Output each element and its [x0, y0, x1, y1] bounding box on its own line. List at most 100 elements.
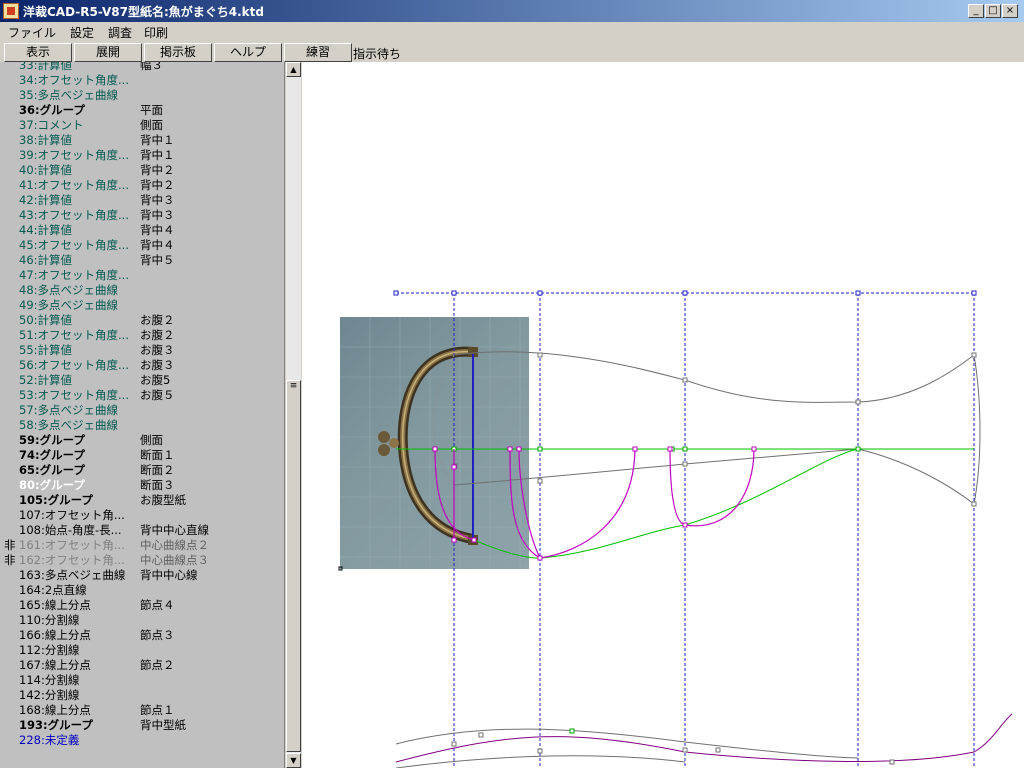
tree-item[interactable]: 168:線上分点 節点１ [0, 703, 284, 718]
tree-item[interactable]: 108:始点-角度-長... 背中中心直線 [0, 523, 284, 538]
tree-item-note: 背中４ [140, 238, 175, 252]
tree-item[interactable]: 46:計算値 背中５ [0, 253, 284, 268]
tree-item-note: 断面１ [140, 448, 175, 462]
menu-file[interactable]: ファイル [8, 24, 56, 41]
tree-item-note: 節点４ [140, 598, 175, 612]
tree-item-note: 断面２ [140, 463, 175, 477]
app-icon[interactable] [3, 3, 19, 19]
expand-button[interactable]: 展開 [74, 43, 142, 62]
tree-item[interactable]: 非 161:オフセット角... 中心曲線点２ [0, 538, 284, 553]
tree-item[interactable]: 165:線上分点 節点４ [0, 598, 284, 613]
tree-item[interactable]: 非 162:オフセット角... 中心曲線点３ [0, 553, 284, 568]
tree-item-label: 165:線上分点 [19, 598, 91, 612]
tree-item[interactable]: 36:グループ 平面 [0, 103, 284, 118]
tree-item[interactable]: 65:グループ 断面２ [0, 463, 284, 478]
tree-item[interactable]: 35:多点ベジェ曲線 [0, 88, 284, 103]
tree-item-label: 35:多点ベジェ曲線 [19, 88, 119, 102]
drawing-canvas[interactable] [302, 62, 1024, 768]
menu-inspect[interactable]: 調査 [108, 24, 132, 41]
tree-item[interactable]: 105:グループ お腹型紙 [0, 493, 284, 508]
tree-item-label: 50:計算値 [19, 313, 73, 327]
tree-item[interactable]: 59:グループ 側面 [0, 433, 284, 448]
tree-item-label: 42:計算値 [19, 193, 73, 207]
tree-item[interactable]: 114:分割線 [0, 673, 284, 688]
tree-item[interactable]: 164:2点直線 [0, 583, 284, 598]
tree-item-label: 114:分割線 [19, 673, 80, 687]
tree-item[interactable]: 51:オフセット角度... お腹２ [0, 328, 284, 343]
menu-print[interactable]: 印刷 [144, 24, 168, 41]
tree-item[interactable]: 107:オフセット角... [0, 508, 284, 523]
help-button[interactable]: ヘルプ [214, 43, 282, 62]
tree-item[interactable]: 34:オフセット角度... [0, 73, 284, 88]
tree-item-label: 166:線上分点 [19, 628, 91, 642]
tree-item-note: 背中中心直線 [140, 523, 209, 537]
tree-item[interactable]: 43:オフセット角度... 背中３ [0, 208, 284, 223]
tree-item[interactable]: 53:オフセット角度... お腹５ [0, 388, 284, 403]
tree-item-label: 48:多点ベジェ曲線 [19, 283, 119, 297]
title-bar[interactable]: 洋裁CAD-R5-V87型紙名:魚がまぐち4.ktd _ □ × [0, 0, 1024, 22]
tree-item[interactable]: 49:多点ベジェ曲線 [0, 298, 284, 313]
menu-settings[interactable]: 設定 [70, 24, 94, 41]
tree-item[interactable]: 110:分割線 [0, 613, 284, 628]
tree-item[interactable]: 57:多点ベジェ曲線 [0, 403, 284, 418]
tree-item-label: 51:オフセット角度... [19, 328, 129, 342]
tree-item[interactable]: 74:グループ 断面１ [0, 448, 284, 463]
tree-item-note: 側面 [140, 118, 163, 132]
tree-item[interactable]: 45:オフセット角度... 背中４ [0, 238, 284, 253]
practice-button[interactable]: 練習 [284, 43, 352, 62]
tree-item[interactable]: 47:オフセット角度... [0, 268, 284, 283]
object-tree-panel[interactable]: 33:計算値 幅３ 34:オフセット角度... 35:多点ベジェ曲線 36:グループ 平面… [0, 62, 285, 768]
tree-item-label: 33:計算値 [19, 62, 73, 72]
tree-item[interactable]: 50:計算値 お腹２ [0, 313, 284, 328]
view-button[interactable]: 表示 [4, 43, 72, 62]
scroll-down-icon[interactable]: ▼ [286, 753, 301, 768]
scroll-up-icon[interactable]: ▲ [286, 62, 301, 77]
tree-item-note: 側面 [140, 433, 163, 447]
tree-item-label: 56:オフセット角度... [19, 358, 129, 372]
tree-item-label: 74:グループ [19, 448, 85, 462]
tree-item[interactable]: 33:計算値 幅３ [0, 62, 284, 73]
tree-item[interactable]: 40:計算値 背中２ [0, 163, 284, 178]
tree-item[interactable]: 38:計算値 背中１ [0, 133, 284, 148]
tree-item[interactable]: 193:グループ 背中型紙 [0, 718, 284, 733]
tree-item[interactable]: 55:計算値 お腹３ [0, 343, 284, 358]
tree-item[interactable]: 44:計算値 背中４ [0, 223, 284, 238]
tree-item-note: 背中２ [140, 178, 175, 192]
tree-item[interactable]: 112:分割線 [0, 643, 284, 658]
tree-item-note: お腹5 [140, 373, 171, 387]
app-window: 洋裁CAD-R5-V87型紙名:魚がまぐち4.ktd _ □ × ファイル 設定… [0, 0, 1024, 768]
tree-item[interactable]: 41:オフセット角度... 背中２ [0, 178, 284, 193]
tree-item[interactable]: 48:多点ベジェ曲線 [0, 283, 284, 298]
maximize-icon[interactable]: □ [985, 4, 1001, 18]
tree-item[interactable]: 166:線上分点 節点３ [0, 628, 284, 643]
tree-item-note: 中心曲線点２ [140, 538, 209, 552]
tree-item[interactable]: 163:多点ベジェ曲線 背中中心線 [0, 568, 284, 583]
tree-item[interactable]: 56:オフセット角度... お腹３ [0, 358, 284, 373]
tree-item[interactable]: 58:多点ベジェ曲線 [0, 418, 284, 433]
tree-item-note: 背中３ [140, 208, 175, 222]
tree-item-label: 57:多点ベジェ曲線 [19, 403, 119, 417]
tree-item-label: 36:グループ [19, 103, 85, 117]
close-icon[interactable]: × [1002, 4, 1018, 18]
tree-item-note: お腹型紙 [140, 493, 186, 507]
scroll-thumb[interactable]: ≡ [286, 380, 301, 752]
tree-item[interactable]: 52:計算値 お腹5 [0, 373, 284, 388]
tree-scrollbar[interactable]: ▲ ≡ ▼ [286, 62, 301, 768]
tree-item-label: 168:線上分点 [19, 703, 91, 717]
minimize-icon[interactable]: _ [968, 4, 984, 18]
tree-item[interactable]: 39:オフセット角度... 背中１ [0, 148, 284, 163]
tree-item-note: 節点１ [140, 703, 175, 717]
tree-item[interactable]: 167:線上分点 節点２ [0, 658, 284, 673]
bulletin-board-button[interactable]: 掲示板 [144, 43, 212, 62]
tree-item[interactable]: 80:グループ 断面３ [0, 478, 284, 493]
tree-item-note: 背中３ [140, 193, 175, 207]
tree-item-label: 41:オフセット角度... [19, 178, 129, 192]
tree-item[interactable]: 42:計算値 背中３ [0, 193, 284, 208]
tree-item[interactable]: 142:分割線 [0, 688, 284, 703]
tree-item-note: 節点３ [140, 628, 175, 642]
toolbar: 表示 展開 掲示板 ヘルプ 練習 指示待ち [0, 41, 1024, 62]
tree-item[interactable]: 228:未定義 [0, 733, 284, 748]
status-text: 指示待ち [353, 47, 402, 61]
tree-item-note: 背中１ [140, 133, 175, 147]
tree-item[interactable]: 37:コメント 側面 [0, 118, 284, 133]
